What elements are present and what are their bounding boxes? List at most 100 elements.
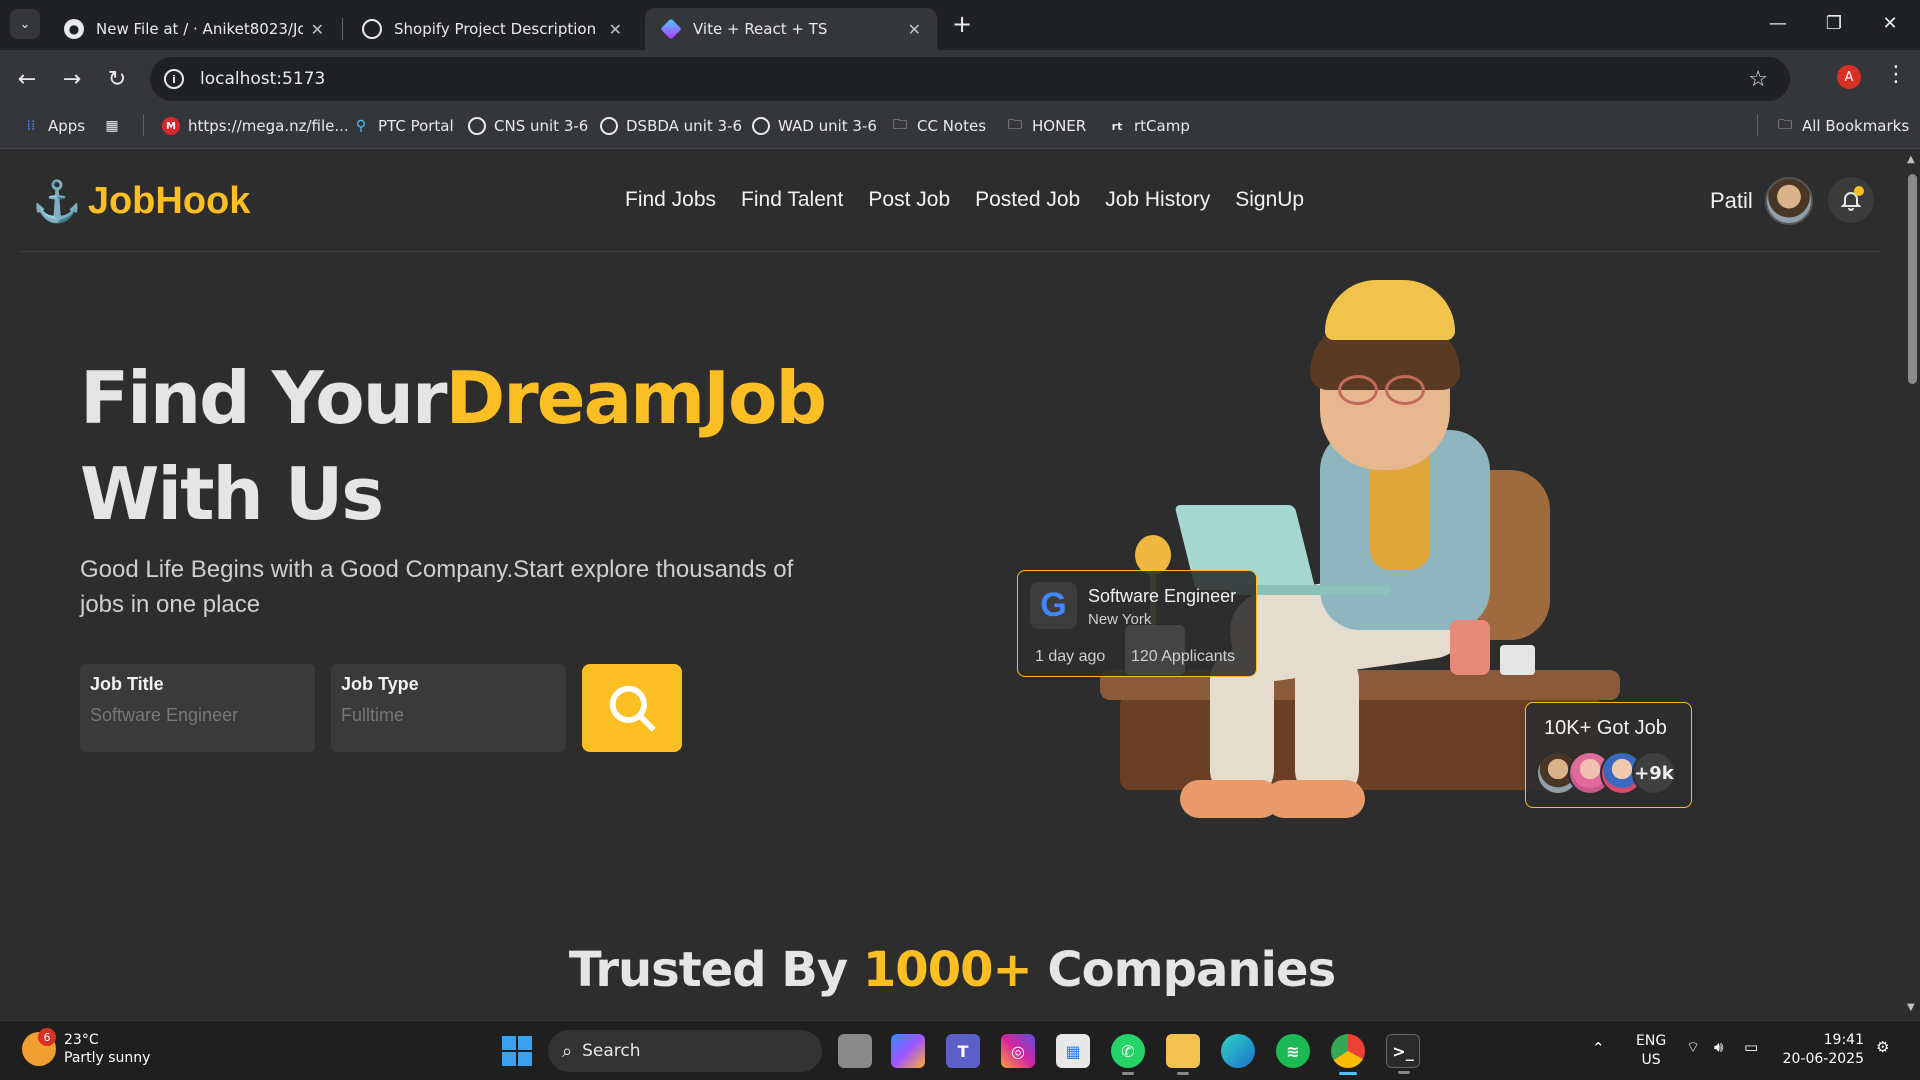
profile-avatar[interactable]: A <box>1837 65 1861 89</box>
avatar[interactable] <box>1764 177 1813 225</box>
file-explorer-icon[interactable] <box>1166 1034 1200 1075</box>
menu-icon[interactable]: ⋮ <box>1885 62 1907 87</box>
bookmark-label: CC Notes <box>917 117 987 135</box>
bookmark-cc-notes[interactable]: 🗀 CC Notes <box>891 117 986 135</box>
notification-center-icon[interactable]: ⚙ <box>1876 1038 1889 1056</box>
bookmark-honer[interactable]: 🗀 HONER <box>1006 117 1086 135</box>
tab-search-button[interactable]: ⌄ <box>10 9 40 39</box>
clock-date: 20-06-2025 <box>1782 1051 1864 1067</box>
bookmarks-bar: ⁞⁞ Apps ▦ M https://mega.nz/file... ⚲ PT… <box>0 107 1920 149</box>
store-icon[interactable]: ▦ <box>1056 1034 1090 1068</box>
edge-icon[interactable] <box>1221 1034 1255 1068</box>
weather-temp: 23°C <box>64 1032 99 1048</box>
scroll-thumb[interactable] <box>1908 174 1917 384</box>
volume-icon[interactable]: 🔊︎ <box>1714 1038 1723 1056</box>
nav-signup[interactable]: SignUp <box>1235 188 1304 212</box>
forward-button[interactable]: → <box>57 64 87 94</box>
tab-title: New File at / · Aniket8023/JobH <box>96 20 303 38</box>
hero-title: Find YourDreamJob With Us <box>80 350 827 542</box>
weather-widget[interactable]: 6 23°C Partly sunny <box>22 1028 150 1067</box>
job-type-field[interactable]: Job Type <box>331 664 566 752</box>
hero-subtitle: Good Life Begins with a Good Company.Sta… <box>80 556 794 618</box>
bookmark-apps[interactable]: ⁞⁞ Apps <box>22 117 86 135</box>
windows-taskbar: 6 23°C Partly sunny ⌕ Search T ◎ ▦ ✆ ≋ >… <box>0 1020 1920 1080</box>
tab-github[interactable]: ● New File at / · Aniket8023/JobH ✕ <box>48 8 340 50</box>
page-scrollbar[interactable]: ▲ ▼ <box>1904 150 1920 1020</box>
job-title-input[interactable] <box>90 705 305 726</box>
bookmark-label: CNS unit 3-6 <box>494 117 589 135</box>
hero-title-highlight: DreamJob <box>445 356 827 440</box>
language-indicator[interactable]: ENG US <box>1636 1032 1666 1070</box>
chevron-up-icon[interactable]: ⌃ <box>1592 1039 1605 1057</box>
instagram-icon[interactable]: ◎ <box>1001 1034 1035 1068</box>
tab-separator <box>342 18 343 40</box>
minimize-icon[interactable]: — <box>1758 8 1798 38</box>
chrome-icon[interactable] <box>1331 1034 1365 1075</box>
site-info-icon[interactable]: i <box>164 69 184 89</box>
back-button[interactable]: ← <box>12 64 42 94</box>
nav-find-talent[interactable]: Find Talent <box>741 188 843 212</box>
new-tab-button[interactable]: + <box>948 10 976 38</box>
github-icon: ● <box>64 19 84 39</box>
restore-icon[interactable]: ❐ <box>1814 8 1854 38</box>
search-button[interactable] <box>582 664 682 752</box>
bookmark-tab-groups[interactable]: ▦ <box>103 117 129 135</box>
scroll-up-icon[interactable]: ▲ <box>1907 154 1915 165</box>
trusted-highlight: 1000+ <box>862 942 1033 998</box>
nav-job-history[interactable]: Job History <box>1105 188 1210 212</box>
got-job-card: 10K+ Got Job +9k <box>1525 702 1692 808</box>
anchor-icon: ⚓ <box>32 180 82 224</box>
terminal-icon[interactable]: >_ <box>1386 1034 1420 1074</box>
bookmark-label: Apps <box>48 117 86 135</box>
close-icon[interactable]: ✕ <box>908 20 921 39</box>
taskbar-search[interactable]: ⌕ Search <box>548 1030 822 1072</box>
address-bar[interactable]: i localhost:5173 ☆ <box>150 57 1790 101</box>
battery-icon[interactable]: ▭ <box>1744 1038 1758 1056</box>
bookmark-star-icon[interactable]: ☆ <box>1748 67 1768 92</box>
trusted-heading: Trusted By 1000+ Companies <box>0 942 1904 998</box>
windows-start-icon[interactable] <box>502 1036 532 1066</box>
all-bookmarks[interactable]: 🗀 All Bookmarks <box>1776 117 1909 135</box>
job-type-input[interactable] <box>341 705 556 726</box>
job-title-field[interactable]: Job Title <box>80 664 315 752</box>
teams-icon[interactable]: T <box>946 1034 980 1068</box>
user-menu[interactable]: Patil <box>1710 177 1813 225</box>
bookmark-dsbda[interactable]: DSBDA unit 3-6 <box>600 117 742 135</box>
close-icon[interactable]: ✕ <box>311 20 324 39</box>
hero-title-part1: Find Your <box>80 356 447 440</box>
url-text: localhost:5173 <box>200 69 326 89</box>
whatsapp-icon[interactable]: ✆ <box>1111 1034 1145 1075</box>
trusted-prefix: Trusted By <box>568 942 863 998</box>
reload-button[interactable]: ↻ <box>102 64 132 94</box>
bookmark-ptc-portal[interactable]: ⚲ PTC Portal <box>352 117 454 135</box>
notification-bell-icon[interactable] <box>1828 177 1874 223</box>
tab-groups-icon: ▦ <box>105 118 119 134</box>
wifi-icon[interactable]: ⌔ <box>1686 1038 1700 1057</box>
google-logo-icon: G <box>1030 582 1077 629</box>
bookmark-cns[interactable]: CNS unit 3-6 <box>468 117 588 135</box>
site-logo[interactable]: ⚓ JobHook <box>32 178 250 225</box>
taskbar-search-label: Search <box>582 1041 641 1061</box>
nav-posted-job[interactable]: Posted Job <box>975 188 1080 212</box>
tab-vite[interactable]: Vite + React + TS ✕ <box>645 8 937 50</box>
folder-icon: 🗀 <box>1008 117 1022 133</box>
spotify-icon[interactable]: ≋ <box>1276 1034 1310 1068</box>
scroll-down-icon[interactable]: ▼ <box>1907 1002 1915 1013</box>
system-clock[interactable]: 19:41 20-06-2025 <box>1780 1031 1864 1069</box>
nav-post-job[interactable]: Post Job <box>868 188 950 212</box>
job-card-title: Software Engineer <box>1088 586 1237 606</box>
bookmark-mega[interactable]: M https://mega.nz/file... <box>162 117 349 135</box>
close-window-icon[interactable]: ✕ <box>1870 8 1910 38</box>
bookmark-rtcamp[interactable]: rt rtCamp <box>1108 117 1190 135</box>
trusted-suffix: Companies <box>1031 942 1336 998</box>
search-icon: ⌕ <box>562 1040 573 1062</box>
tab-shopify[interactable]: Shopify Project Description ✕ <box>346 8 638 50</box>
close-icon[interactable]: ✕ <box>609 20 622 39</box>
bookmark-wad[interactable]: WAD unit 3-6 <box>752 117 877 135</box>
bookmark-separator <box>1757 114 1758 136</box>
copilot-icon[interactable] <box>891 1034 925 1068</box>
bookmark-separator <box>143 114 144 136</box>
weather-icon: 6 <box>22 1028 56 1066</box>
task-view-icon[interactable] <box>838 1034 872 1068</box>
nav-find-jobs[interactable]: Find Jobs <box>625 188 716 212</box>
